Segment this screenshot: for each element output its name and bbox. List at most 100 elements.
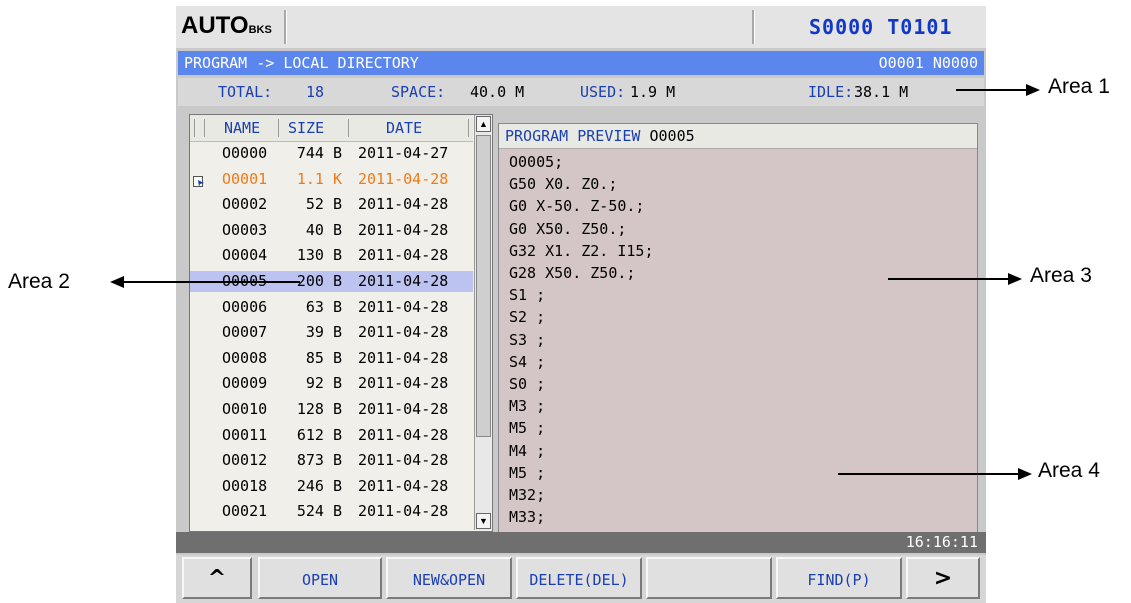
file-row[interactable]: O0009 92 B 2011-04-28: [190, 373, 473, 394]
file-date: 2011-04-28: [358, 400, 449, 418]
file-list-header: NAME SIZE DATE: [190, 115, 473, 142]
area3-arrow-line: [888, 278, 1008, 280]
file-row[interactable]: O0011 612 B 2011-04-28: [190, 425, 473, 446]
area1-arrow-line: [956, 89, 1026, 91]
file-size: 524 B: [296, 502, 342, 521]
code-line: M32;: [509, 486, 546, 504]
file-date: 2011-04-28: [358, 169, 449, 188]
file-name: O0002: [222, 195, 268, 214]
mode-sub-label: BKS: [248, 24, 272, 36]
file-row[interactable]: O0002 52 B 2011-04-28: [190, 194, 473, 215]
file-list-scrollbar[interactable]: ▲ ▼: [474, 115, 491, 530]
file-row[interactable]: O0003 40 B 2011-04-28: [190, 220, 473, 241]
column-divider: [348, 119, 349, 137]
file-size: 52 B: [305, 195, 342, 214]
file-date: 2011-04-28: [358, 348, 449, 367]
area3-label: Area 3: [1030, 264, 1092, 287]
bottom-status-bar: 16:16:11: [176, 532, 986, 553]
code-line: M3 ;: [509, 397, 546, 416]
file-name: O0006: [222, 297, 268, 316]
file-row[interactable]: O0021 524 B 2011-04-28: [190, 501, 473, 522]
file-name: O0009: [222, 374, 268, 393]
up-arrow-icon: ^: [207, 566, 227, 591]
area1-label: Area 1: [1048, 75, 1110, 98]
file-row[interactable]: O0000 744 B 2011-04-27: [190, 143, 473, 164]
file-date: 2011-04-28: [358, 502, 449, 521]
code-line: S1 ;: [509, 286, 546, 305]
column-divider: [194, 119, 195, 137]
file-size: 1.1 K: [296, 169, 342, 188]
softkey-empty[interactable]: [646, 557, 772, 599]
file-date: 2011-04-28: [358, 220, 449, 239]
file-row[interactable]: O0010 128 B 2011-04-28: [190, 399, 473, 420]
file-date: 2011-04-28: [358, 195, 449, 214]
storage-stats: TOTAL: 18 SPACE: 40.0 M USED: 1.9 M IDLE…: [178, 78, 984, 106]
file-row[interactable]: O0006 63 B 2011-04-28: [190, 297, 473, 318]
softkey-new-open[interactable]: NEW&OPEN: [386, 557, 512, 599]
code-line: O0005;: [509, 153, 564, 171]
file-row[interactable]: O0001 1.1 K 2011-04-28: [190, 169, 473, 190]
total-label: TOTAL:: [218, 83, 273, 101]
file-date: 2011-04-28: [358, 246, 449, 265]
top-status-bar: AUTOBKS S0000 T0101: [176, 6, 986, 48]
area4-arrowhead: [1018, 468, 1032, 480]
code-line: G0 X50. Z50.;: [509, 219, 627, 238]
space-value: 40.0 M: [470, 83, 525, 101]
file-date: 2011-04-28: [358, 451, 449, 470]
file-name: O0007: [222, 323, 268, 342]
code-line: S0 ;: [509, 375, 546, 393]
file-row[interactable]: O0004 130 B 2011-04-28: [190, 245, 473, 266]
breadcrumb: PROGRAM -> LOCAL DIRECTORY: [184, 54, 419, 72]
softkey-back[interactable]: ^: [182, 557, 252, 599]
file-row[interactable]: O0018 246 B 2011-04-28: [190, 476, 473, 497]
divider: [752, 10, 755, 44]
program-preview: PROGRAM PREVIEW O0005 O0005; G50 X0. Z0.;…: [498, 123, 978, 533]
file-name: O0018: [222, 476, 268, 495]
file-name: O0011: [222, 425, 268, 444]
softkey-delete[interactable]: DELETE(DEL): [516, 557, 642, 599]
file-size: 744 B: [296, 144, 342, 162]
column-header-name[interactable]: NAME: [224, 115, 260, 141]
code-line: S2 ;: [509, 308, 546, 327]
area4-label: Area 4: [1038, 459, 1100, 482]
code-line: M5 ;: [509, 463, 546, 482]
file-date: 2011-04-28: [358, 374, 449, 393]
file-size: 246 B: [296, 476, 342, 495]
file-row[interactable]: O0012 873 B 2011-04-28: [190, 450, 473, 471]
file-name: O0021: [222, 502, 268, 521]
scroll-down-icon[interactable]: ▼: [476, 513, 491, 529]
file-row[interactable]: O0008 85 B 2011-04-28: [190, 348, 473, 369]
file-size: 40 B: [305, 220, 342, 239]
scroll-thumb[interactable]: [476, 135, 491, 437]
file-name: O0008: [222, 348, 268, 367]
file-size: 85 B: [305, 348, 342, 367]
softkey-next[interactable]: >: [906, 557, 980, 599]
mode-label: AUTO: [181, 12, 249, 39]
softkey-open[interactable]: OPEN: [258, 557, 382, 599]
program-info: O0001 N0000: [878, 54, 978, 72]
file-date: 2011-04-28: [358, 323, 449, 342]
file-name: O0000: [222, 144, 268, 162]
softkey-find[interactable]: FIND(P): [776, 557, 902, 599]
column-divider: [204, 119, 205, 137]
column-header-size[interactable]: SIZE: [288, 115, 324, 141]
column-header-date[interactable]: DATE: [386, 115, 422, 141]
file-size: 39 B: [305, 323, 342, 342]
mode-indicator: AUTOBKS: [181, 12, 272, 40]
area1-arrowhead: [1026, 84, 1040, 96]
area2-arrow-line: [124, 281, 300, 283]
cnc-screen: AUTOBKS S0000 T0101 PROGRAM -> LOCAL DIR…: [176, 6, 986, 603]
right-arrow-icon: >: [933, 566, 953, 591]
column-divider: [278, 119, 279, 137]
used-label: USED:: [580, 83, 626, 101]
space-label: SPACE:: [391, 83, 446, 101]
code-line: G32 X1. Z2. I15;: [509, 241, 654, 260]
preview-title: PROGRAM PREVIEW: [505, 127, 641, 145]
scroll-up-icon[interactable]: ▲: [476, 116, 491, 132]
used-value: 1.9 M: [630, 83, 676, 101]
file-name: O0010: [222, 400, 268, 418]
file-date: 2011-04-28: [358, 297, 449, 316]
file-row[interactable]: O0007 39 B 2011-04-28: [190, 322, 473, 343]
file-size: 130 B: [296, 246, 342, 265]
code-line: M33;: [509, 508, 546, 527]
